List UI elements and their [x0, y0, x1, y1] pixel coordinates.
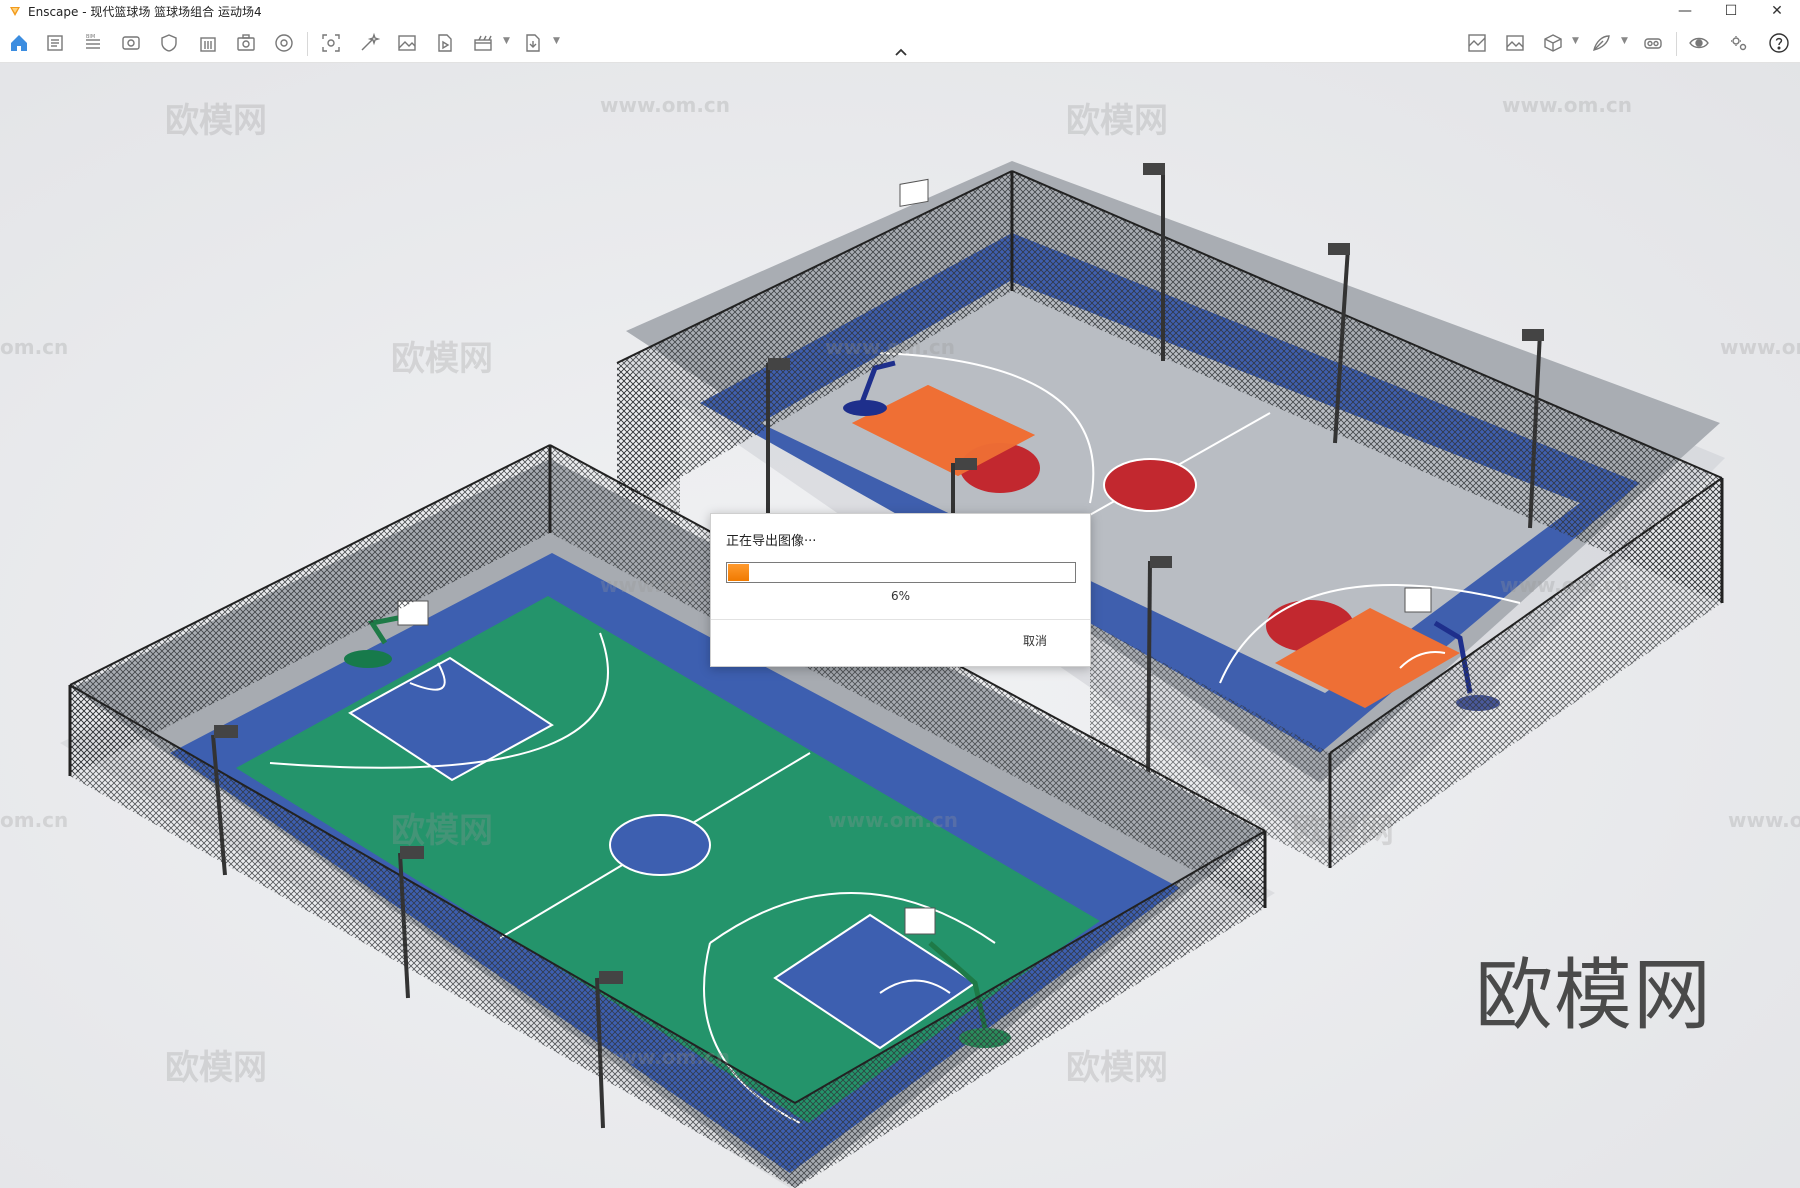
feather-icon[interactable]: [1588, 30, 1614, 56]
export-progress-dialog: 正在导出图像··· 6% 取消: [710, 513, 1091, 667]
file-export-icon[interactable]: [520, 30, 546, 56]
document-icon[interactable]: [42, 30, 68, 56]
progress-percent: 6%: [890, 589, 911, 603]
panorama-icon[interactable]: [271, 30, 297, 56]
watermark-logo: 欧模网: [1066, 1048, 1168, 1088]
export-progress-bar: [726, 562, 1076, 583]
photo-export-icon[interactable]: [233, 30, 259, 56]
maximize-button[interactable]: ☐: [1708, 0, 1754, 22]
dialog-divider: [711, 619, 1090, 620]
building-icon[interactable]: [195, 30, 221, 56]
watermark-url: www.om.cn: [600, 93, 731, 117]
magic-icon[interactable]: [356, 30, 382, 56]
vr-headset-icon[interactable]: [1640, 30, 1666, 56]
shield-icon[interactable]: [156, 30, 182, 56]
view-icon[interactable]: [118, 30, 144, 56]
watermark-logo: 欧模网: [1066, 101, 1168, 141]
gallery-icon[interactable]: [1502, 30, 1528, 56]
watermark-logo: 欧模网: [391, 339, 493, 379]
help-icon[interactable]: [1766, 30, 1792, 56]
home-icon[interactable]: [6, 30, 32, 56]
dialog-message: 正在导出图像···: [726, 534, 817, 549]
watermark-logo: 欧模网: [1292, 811, 1394, 851]
enscape-logo-icon: [10, 7, 20, 16]
watermark-url: www.om.cn: [1720, 335, 1800, 359]
title-bar: Enscape - 现代篮球场 篮球场组合 运动场4 — ☐ ✕: [0, 0, 1800, 22]
watermark-url: www.om.cn: [828, 808, 959, 832]
collapse-toolbar-icon[interactable]: [893, 46, 909, 58]
svg-text:BIM: BIM: [86, 34, 95, 40]
watermark-logo: 欧模网: [165, 101, 267, 141]
settings-icon[interactable]: [1726, 30, 1752, 56]
watermark-url: www.om.cn: [1502, 93, 1633, 117]
screenshot-icon[interactable]: [318, 30, 344, 56]
watermark-url: www.om.cn: [1728, 808, 1800, 832]
watermark-url: om.cn: [0, 808, 69, 832]
big-watermark-logo: 欧模网: [1475, 951, 1713, 1041]
watermark-url: www.om.cn: [1500, 573, 1631, 597]
watermark-url: www.om.cn: [825, 335, 956, 359]
asset-library-icon[interactable]: [1464, 30, 1490, 56]
window-title: Enscape - 现代篮球场 篮球场组合 运动场4: [28, 4, 262, 19]
progress-fill: [728, 564, 749, 581]
watermark-logo: 欧模网: [391, 811, 493, 851]
eye-icon[interactable]: [1686, 30, 1712, 56]
batch-export-icon[interactable]: [470, 30, 496, 56]
image-icon[interactable]: [394, 30, 420, 56]
close-button[interactable]: ✕: [1754, 0, 1800, 22]
watermark-url: www.om.cn: [600, 1045, 731, 1069]
minimize-button[interactable]: —: [1662, 0, 1708, 22]
cancel-button[interactable]: 取消: [1023, 632, 1047, 649]
watermark-logo: 欧模网: [165, 1048, 267, 1088]
video-icon[interactable]: [432, 30, 458, 56]
watermark-url: om.cn: [0, 335, 69, 359]
cube-icon[interactable]: [1540, 30, 1566, 56]
bim-icon[interactable]: BIM: [80, 30, 106, 56]
